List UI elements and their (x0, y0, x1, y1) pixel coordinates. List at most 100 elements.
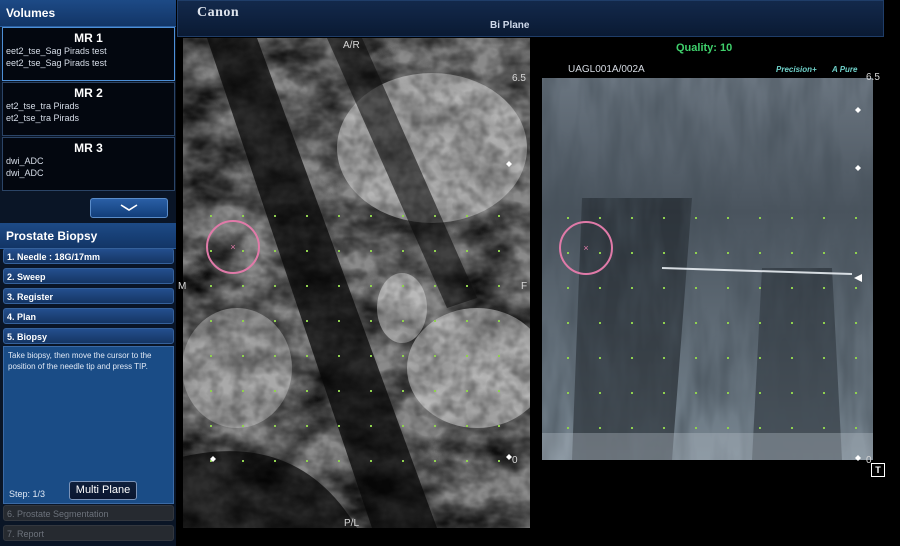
grid-dot (695, 322, 697, 324)
grid-dot (567, 357, 569, 359)
grid-dot (274, 390, 276, 392)
grid-dot (370, 285, 372, 287)
grid-dot (466, 390, 468, 392)
scale-bottom-value: 0 (512, 455, 518, 466)
scale-top-value: 6.5 (512, 73, 526, 84)
grid-dot (759, 322, 761, 324)
view-mode-title: Bi Plane (490, 20, 530, 31)
grid-dot (370, 390, 372, 392)
grid-dot (791, 357, 793, 359)
grid-dot (338, 215, 340, 217)
grid-dot (434, 460, 436, 462)
grid-dot (567, 252, 569, 254)
grid-dot (210, 285, 212, 287)
grid-dot (434, 390, 436, 392)
grid-dot (759, 252, 761, 254)
grid-dot (631, 287, 633, 289)
grid-dot (274, 355, 276, 357)
grid-dot (791, 322, 793, 324)
grid-dot (338, 425, 340, 427)
grid-dot (338, 390, 340, 392)
grid-dot (242, 460, 244, 462)
grid-dot (466, 425, 468, 427)
precision-label: Precision+ (776, 65, 817, 74)
grid-dot (402, 460, 404, 462)
grid-dot (567, 322, 569, 324)
grid-dot (823, 392, 825, 394)
step-needle[interactable]: 1. Needle : 18G/17mm (3, 248, 174, 264)
grid-dot (695, 217, 697, 219)
grid-dot (338, 355, 340, 357)
volume-item-mr2[interactable]: MR 2 et2_tse_tra Pirads et2_tse_tra Pira… (2, 82, 175, 136)
grid-dot (498, 425, 500, 427)
grid-dot (759, 217, 761, 219)
prostate-biopsy-header: Prostate Biopsy (0, 223, 176, 249)
grid-dot (274, 215, 276, 217)
grid-dot (306, 285, 308, 287)
volume-series: eet2_tse_Sag Pirads test (6, 46, 107, 56)
grid-dot (599, 217, 601, 219)
grid-dot (338, 285, 340, 287)
grid-dot (498, 460, 500, 462)
step-biopsy[interactable]: 5. Biopsy (3, 328, 174, 344)
step-sweep[interactable]: 2. Sweep (3, 268, 174, 284)
grid-dot (274, 250, 276, 252)
step-report: 7. Report (3, 525, 174, 541)
orientation-right: F (521, 281, 528, 292)
volumes-header: Volumes (0, 0, 176, 27)
grid-dot (370, 355, 372, 357)
grid-dot (434, 285, 436, 287)
grid-dot (306, 250, 308, 252)
grid-dot (498, 355, 500, 357)
ultrasound-image-view[interactable]: × (542, 78, 873, 460)
volume-item-mr3[interactable]: MR 3 dwi_ADC dwi_ADC (2, 137, 175, 191)
grid-dot (402, 355, 404, 357)
grid-dot (466, 285, 468, 287)
grid-dot (434, 250, 436, 252)
grid-dot (823, 287, 825, 289)
grid-dot (338, 250, 340, 252)
grid-dot (402, 320, 404, 322)
grid-dot (599, 427, 601, 429)
us-depth-scale (854, 107, 862, 461)
grid-dot (727, 287, 729, 289)
grid-dot (599, 322, 601, 324)
grid-dot (727, 322, 729, 324)
grid-dot (631, 217, 633, 219)
step-plan[interactable]: 4. Plan (3, 308, 174, 324)
grid-dot (370, 250, 372, 252)
step-prostate-segmentation: 6. Prostate Segmentation (3, 505, 174, 521)
grid-dot (759, 392, 761, 394)
canon-logo: Canon (197, 5, 240, 20)
grid-dot (274, 320, 276, 322)
grid-dot (759, 427, 761, 429)
grid-dot (498, 285, 500, 287)
grid-dot (663, 427, 665, 429)
grid-dot (242, 285, 244, 287)
grid-dot (791, 252, 793, 254)
grid-dot (695, 287, 697, 289)
grid-dot (567, 217, 569, 219)
grid-dot (402, 285, 404, 287)
grid-dot (823, 357, 825, 359)
grid-dot (498, 215, 500, 217)
grid-dot (370, 425, 372, 427)
step-register[interactable]: 3. Register (3, 288, 174, 304)
mr-image-view[interactable]: × (177, 38, 530, 528)
grid-dot (402, 215, 404, 217)
grid-dot (242, 215, 244, 217)
grid-dot (498, 250, 500, 252)
probe-id: UAGL001A/002A (568, 64, 645, 75)
tip-button[interactable]: T (871, 463, 885, 477)
grid-dot (210, 355, 212, 357)
apure-label: A Pure (832, 65, 858, 74)
grid-dot (695, 427, 697, 429)
target-marker: × (230, 242, 235, 252)
grid-dot (695, 392, 697, 394)
grid-dot (823, 322, 825, 324)
grid-dot (434, 320, 436, 322)
volume-item-mr1[interactable]: MR 1 eet2_tse_Sag Pirads test eet2_tse_S… (2, 27, 175, 81)
multi-plane-button[interactable]: Multi Plane (69, 481, 137, 500)
grid-dot (434, 215, 436, 217)
scroll-down-button[interactable] (90, 198, 168, 218)
